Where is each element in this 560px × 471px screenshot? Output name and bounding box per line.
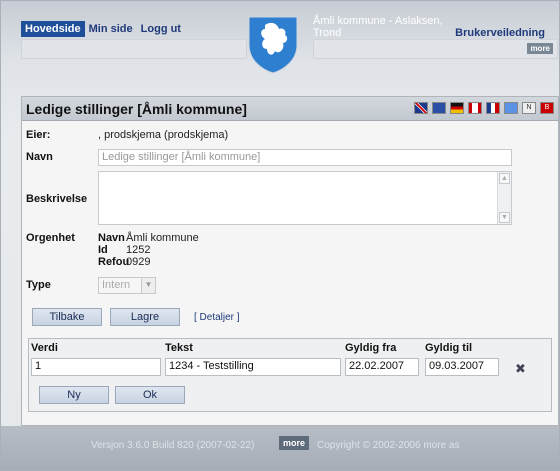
org-navn-value: Åmli kommune xyxy=(126,232,199,244)
un-flag-icon[interactable] xyxy=(504,102,518,114)
nav-strip-left xyxy=(21,39,247,59)
scroll-up-icon[interactable]: ▲ xyxy=(499,173,510,184)
page: Hovedside Min side Logg ut Åmli kommune … xyxy=(0,0,560,471)
panel-header: Ledige stillinger [Åmli kommune] N B xyxy=(22,97,558,121)
footer: Versjon 3.6.0 Build 820 (2007-02-22) mor… xyxy=(1,426,559,470)
main-nav: Hovedside Min side Logg ut xyxy=(21,21,185,37)
copyright-text: Copyright © 2002-2006 more as xyxy=(317,440,460,451)
nb-flag-icon[interactable]: B xyxy=(540,102,554,114)
org-refou-label: Refou xyxy=(98,256,130,268)
municipal-crest-icon xyxy=(248,16,298,74)
cell-tekst[interactable]: 1234 - Teststilling xyxy=(165,358,341,376)
nav-hovedside[interactable]: Hovedside xyxy=(21,21,85,37)
type-label: Type xyxy=(26,279,51,291)
tenant-name: Åmli kommune - Aslaksen, Trond xyxy=(313,15,443,39)
org-navn-label: Navn xyxy=(98,232,125,244)
delete-icon[interactable]: ✖ xyxy=(515,361,526,377)
navn-label: Navn xyxy=(26,151,53,163)
cell-gyldig-til[interactable]: 09.03.2007 xyxy=(425,358,499,376)
value-grid: Verdi Tekst Gyldig fra Gyldig til 1 1234… xyxy=(28,338,552,412)
type-select[interactable]: Intern ▼ xyxy=(98,277,156,294)
type-select-value: Intern xyxy=(102,279,131,291)
help-link[interactable]: Brukerveiledning xyxy=(455,27,545,39)
scroll-down-icon[interactable]: ▼ xyxy=(499,212,510,223)
eier-label: Eier: xyxy=(26,129,51,141)
ok-button[interactable]: Ok xyxy=(115,386,185,404)
save-button[interactable]: Lagre xyxy=(110,308,180,326)
eier-value: , prodskjema (prodskjema) xyxy=(98,129,229,141)
more-logo: more xyxy=(279,436,310,450)
language-flags: N B xyxy=(414,102,554,114)
beskrivelse-scrollbar[interactable]: ▲ ▼ xyxy=(497,172,511,224)
col-verdi: Verdi xyxy=(31,342,58,354)
panel-title: Ledige stillinger [Åmli kommune] xyxy=(26,101,247,117)
org-id-label: Id xyxy=(98,244,108,256)
col-gyldig-fra: Gyldig fra xyxy=(345,342,397,354)
org-refou-value: 0929 xyxy=(126,256,151,268)
org-id-value: 1252 xyxy=(126,244,151,256)
version-text: Versjon 3.6.0 Build 820 (2007-02-22) xyxy=(91,440,255,451)
orgenhet-label: Orgenhet xyxy=(26,232,75,244)
de-flag-icon[interactable] xyxy=(450,102,464,114)
details-link[interactable]: [ Detaljer ] xyxy=(194,312,240,323)
more-logo-top: more xyxy=(527,43,553,54)
uk-flag-icon[interactable] xyxy=(414,102,428,114)
fr-flag-icon[interactable] xyxy=(486,102,500,114)
nav-strip-right: more xyxy=(313,39,558,59)
beskrivelse-field[interactable]: ▲ ▼ xyxy=(98,171,512,225)
ca-flag-icon[interactable] xyxy=(468,102,482,114)
beskrivelse-label: Beskrivelse xyxy=(26,193,88,205)
col-gyldig-til: Gyldig til xyxy=(425,342,473,354)
cell-verdi[interactable]: 1 xyxy=(31,358,161,376)
col-tekst: Tekst xyxy=(165,342,193,354)
form-panel: Ledige stillinger [Åmli kommune] N B Eie… xyxy=(21,96,559,426)
back-button[interactable]: Tilbake xyxy=(32,308,102,326)
navn-field[interactable]: Ledige stillinger [Åmli kommune] xyxy=(98,149,512,166)
top-bar: Hovedside Min side Logg ut Åmli kommune … xyxy=(1,1,559,74)
cell-gyldig-fra[interactable]: 22.02.2007 xyxy=(345,358,419,376)
eu-flag-icon[interactable] xyxy=(432,102,446,114)
new-button[interactable]: Ny xyxy=(39,386,109,404)
nn-flag-icon[interactable]: N xyxy=(522,102,536,114)
nav-logg-ut[interactable]: Logg ut xyxy=(137,21,185,37)
nav-min-side[interactable]: Min side xyxy=(85,21,137,37)
chevron-down-icon: ▼ xyxy=(141,278,155,293)
